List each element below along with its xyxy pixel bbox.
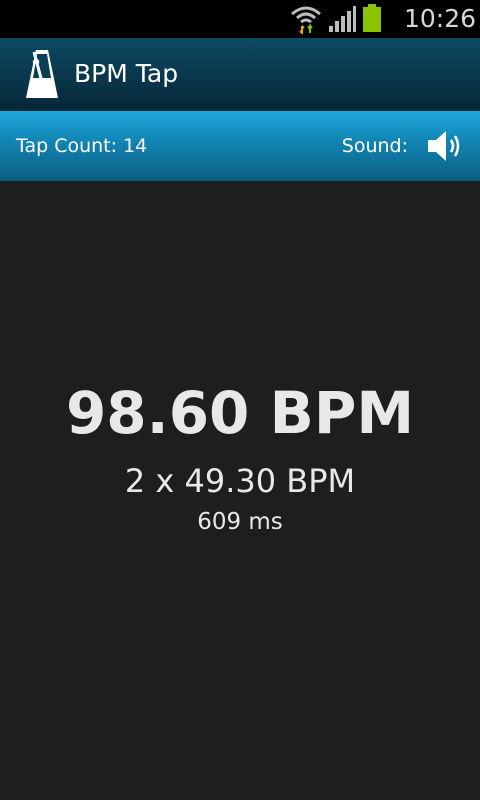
signal-icon — [329, 6, 356, 32]
tap-count: Tap Count: 14 — [16, 131, 147, 161]
info-bar: Tap Count: 14 Sound: — [0, 111, 480, 181]
speaker-icon[interactable] — [424, 126, 464, 166]
metronome-icon[interactable] — [24, 48, 60, 100]
action-bar: BPM Tap — [0, 38, 480, 112]
status-clock: 10:26 — [403, 4, 476, 33]
tap-area[interactable]: 98.60 BPM 2 x 49.30 BPM 609 ms — [0, 181, 480, 800]
tap-count-label: Tap Count: — [16, 135, 118, 157]
sound-label: Sound: — [341, 135, 408, 157]
tap-count-value: 14 — [123, 135, 148, 157]
battery-icon — [363, 4, 381, 32]
app-title: BPM Tap — [74, 59, 179, 88]
status-bar: 10:26 — [0, 0, 480, 38]
wifi-icon — [291, 6, 321, 34]
interval-value: 609 ms — [197, 509, 283, 535]
bpm-value: 98.60 BPM — [65, 379, 415, 447]
half-bpm-value: 2 x 49.30 BPM — [124, 462, 356, 500]
